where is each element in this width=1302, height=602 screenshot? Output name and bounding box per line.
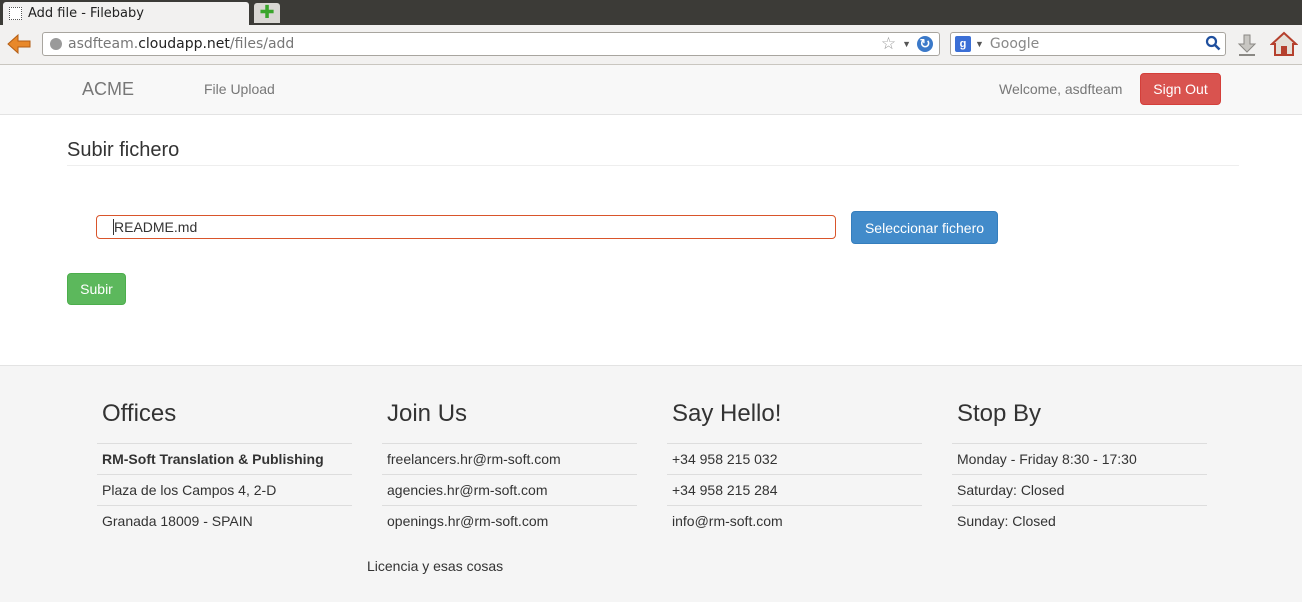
- license-link[interactable]: Licencia y esas cosas: [367, 558, 503, 574]
- footer-email-link[interactable]: agencies.hr@rm-soft.com: [382, 474, 637, 505]
- site-identity-icon[interactable]: [50, 38, 62, 50]
- home-icon[interactable]: [1270, 31, 1298, 57]
- address-bar[interactable]: asdfteam.cloudapp.net/files/add ☆ ▼ ↻: [42, 32, 940, 56]
- welcome-text: Welcome, asdfteam: [999, 81, 1123, 97]
- tab-title: Add file - Filebaby: [28, 6, 144, 21]
- page-title: Subir fichero: [67, 139, 180, 161]
- footer-item: RM-Soft Translation & Publishing: [97, 443, 352, 474]
- reload-icon[interactable]: ↻: [917, 36, 933, 52]
- footer-item: Saturday: Closed: [952, 474, 1207, 505]
- bookmark-star-icon[interactable]: ☆: [881, 34, 896, 54]
- back-arrow-icon[interactable]: [6, 33, 32, 55]
- footer-phone: +34 958 215 032: [667, 443, 922, 474]
- site-navbar: ACME File Upload Welcome, asdfteam Sign …: [0, 65, 1302, 115]
- text-caret: [113, 219, 114, 235]
- page-favicon-icon: [9, 7, 22, 20]
- footer-email-link[interactable]: info@rm-soft.com: [667, 505, 922, 536]
- title-divider: [67, 165, 1239, 166]
- search-placeholder: Google: [989, 36, 1040, 52]
- browser-tab-strip: Add file - Filebaby ✚: [0, 0, 1302, 25]
- footer-heading: Say Hello!: [672, 400, 782, 427]
- footer-email-link[interactable]: freelancers.hr@rm-soft.com: [382, 443, 637, 474]
- select-file-button[interactable]: Seleccionar fichero: [851, 211, 998, 244]
- footer-item: Monday - Friday 8:30 - 17:30: [952, 443, 1207, 474]
- file-name-input[interactable]: README.md: [96, 215, 836, 239]
- footer-item: Sunday: Closed: [952, 505, 1207, 536]
- footer-heading: Offices: [102, 400, 177, 427]
- footer-heading: Stop By: [957, 400, 1042, 427]
- search-bar[interactable]: g ▼ Google: [950, 32, 1226, 56]
- download-icon[interactable]: [1236, 33, 1258, 57]
- browser-toolbar: asdfteam.cloudapp.net/files/add ☆ ▼ ↻ g …: [0, 25, 1302, 65]
- browser-tab[interactable]: Add file - Filebaby: [3, 2, 249, 25]
- sign-out-button[interactable]: Sign Out: [1140, 73, 1221, 105]
- brand-logo[interactable]: ACME: [82, 79, 134, 100]
- footer-heading: Join Us: [387, 400, 468, 427]
- history-dropdown-icon[interactable]: ▼: [902, 39, 911, 49]
- plus-icon: ✚: [259, 2, 275, 23]
- footer-email-link[interactable]: openings.hr@rm-soft.com: [382, 505, 637, 536]
- url-text[interactable]: asdfteam.cloudapp.net/files/add: [68, 36, 294, 52]
- footer-item: Plaza de los Campos 4, 2-D: [97, 474, 352, 505]
- google-icon[interactable]: g: [955, 36, 971, 52]
- footer-phone: +34 958 215 284: [667, 474, 922, 505]
- nav-link-file-upload[interactable]: File Upload: [204, 81, 275, 97]
- footer: Offices RM-Soft Translation & Publishing…: [0, 365, 1302, 602]
- submit-button[interactable]: Subir: [67, 273, 126, 305]
- search-engine-dropdown-icon[interactable]: ▼: [975, 39, 984, 49]
- search-icon[interactable]: [1205, 35, 1221, 51]
- new-tab-button[interactable]: ✚: [254, 3, 280, 23]
- footer-item: Granada 18009 - SPAIN: [97, 505, 352, 536]
